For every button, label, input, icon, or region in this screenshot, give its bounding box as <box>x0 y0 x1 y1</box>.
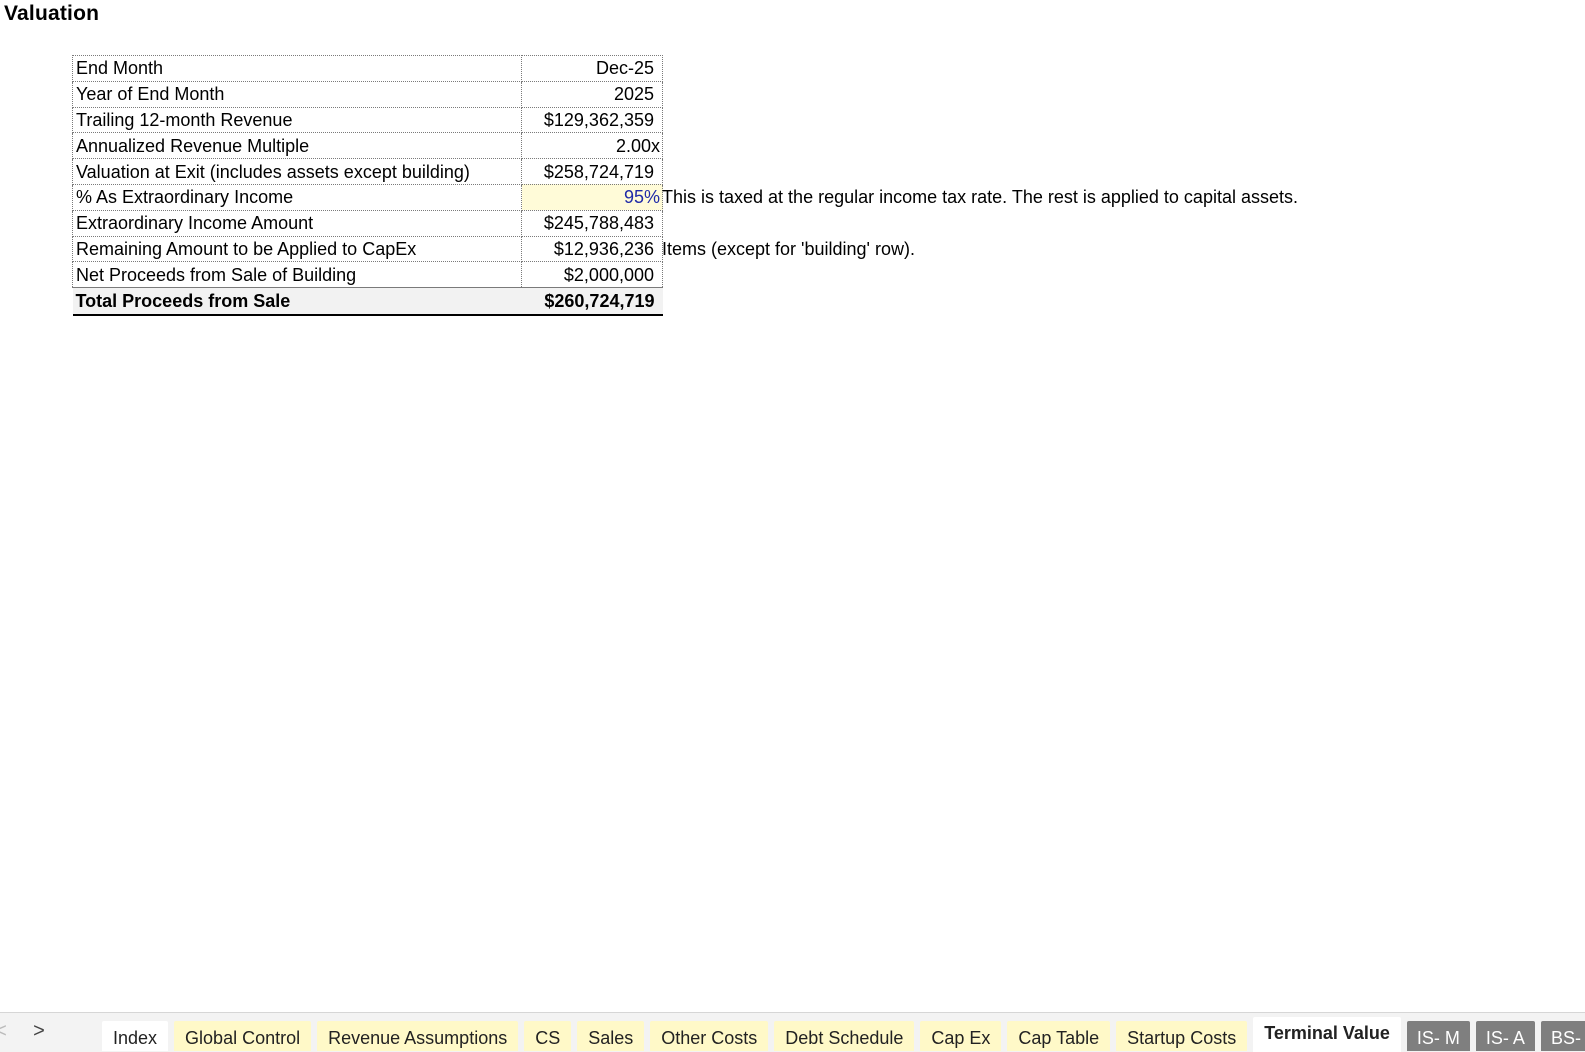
tab-index[interactable]: Index <box>102 1021 169 1051</box>
note-tax[interactable]: This is taxed at the regular income tax … <box>662 185 1298 209</box>
row-value[interactable]: 2025 <box>521 80 663 108</box>
row-value[interactable]: $129,362,359 <box>521 106 663 134</box>
tab-terminal-value[interactable]: Terminal Value <box>1253 1017 1401 1052</box>
tab-startup-costs[interactable]: Startup Costs <box>1116 1021 1248 1051</box>
note-items[interactable]: Items (except for 'building' row). <box>662 237 915 261</box>
row-label[interactable]: Extraordinary Income Amount <box>72 209 522 237</box>
table-row: Net Proceeds from Sale of Building $2,00… <box>72 261 663 289</box>
tab-cs[interactable]: CS <box>524 1021 572 1051</box>
sheet-tabs: Index Global Control Revenue Assumptions CS… <box>102 1017 1585 1052</box>
row-value[interactable]: $12,936,236 <box>521 235 663 263</box>
tab-cap-table[interactable]: Cap Table <box>1007 1021 1111 1051</box>
sheet-tab-bar: < > IndexGlobal ControlRevenue Assumptio… <box>0 1012 1585 1052</box>
row-value[interactable]: $2,000,000 <box>521 261 663 289</box>
row-value[interactable]: 2.00x <box>521 132 663 160</box>
row-label[interactable]: Year of End Month <box>72 80 522 108</box>
row-label[interactable]: Trailing 12-month Revenue <box>72 106 522 134</box>
chevron-right-icon[interactable]: > <box>30 1017 48 1045</box>
tab-sales[interactable]: Sales <box>577 1021 645 1051</box>
row-value[interactable]: $245,788,483 <box>521 209 663 237</box>
tab-is-a[interactable]: IS- A <box>1475 1021 1535 1051</box>
extraordinary-income-input[interactable]: 95% <box>521 183 663 211</box>
row-label[interactable]: Valuation at Exit (includes assets excep… <box>72 158 522 185</box>
tab-revenue-assumptions[interactable]: Revenue Assumptions <box>317 1021 519 1051</box>
table-row: Valuation at Exit (includes assets excep… <box>72 158 663 185</box>
tab-bs[interactable]: BS- <box>1540 1021 1585 1051</box>
tab-debt-schedule[interactable]: Debt Schedule <box>774 1021 915 1051</box>
row-label[interactable]: Remaining Amount to be Applied to CapEx <box>72 235 522 263</box>
total-label[interactable]: Total Proceeds from Sale <box>72 287 522 317</box>
worksheet: Valuation End Month Dec-25 Year of End M… <box>0 0 1585 1012</box>
valuation-table: End Month Dec-25 Year of End Month 2025 … <box>72 55 663 317</box>
tab-is-m[interactable]: IS- M <box>1406 1021 1470 1051</box>
table-row: Annualized Revenue Multiple 2.00x <box>72 132 663 160</box>
table-row: % As Extraordinary Income 95% <box>72 183 663 211</box>
tab-cap-ex[interactable]: Cap Ex <box>920 1021 1002 1051</box>
row-label[interactable]: Annualized Revenue Multiple <box>72 132 522 160</box>
sheet-title: Valuation <box>4 2 100 25</box>
table-row: Extraordinary Income Amount $245,788,483 <box>72 209 663 237</box>
row-label[interactable]: % As Extraordinary Income <box>72 183 522 211</box>
chevron-left-icon[interactable]: < <box>0 1017 10 1045</box>
total-row: Total Proceeds from Sale $260,724,719 <box>72 287 663 317</box>
table-row: Trailing 12-month Revenue $129,362,359 <box>72 106 663 134</box>
row-value[interactable]: Dec-25 <box>521 55 663 82</box>
row-label[interactable]: End Month <box>72 55 522 82</box>
tab-global-control[interactable]: Global Control <box>174 1021 312 1051</box>
tab-other-costs[interactable]: Other Costs <box>650 1021 769 1051</box>
table-row: Year of End Month 2025 <box>72 80 663 108</box>
total-value[interactable]: $260,724,719 <box>521 287 663 317</box>
table-row: Remaining Amount to be Applied to CapEx … <box>72 235 663 263</box>
row-label[interactable]: Net Proceeds from Sale of Building <box>72 261 522 289</box>
table-row: End Month Dec-25 <box>72 55 663 82</box>
row-value[interactable]: $258,724,719 <box>521 158 663 185</box>
